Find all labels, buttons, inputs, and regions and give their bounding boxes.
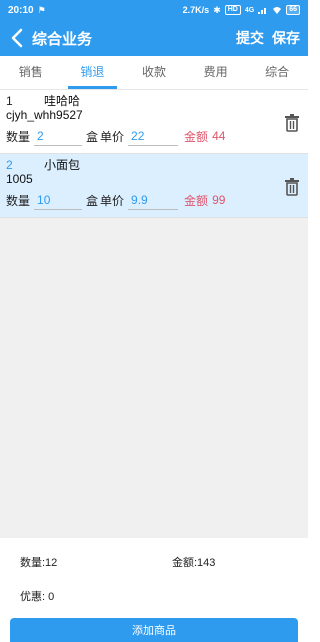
price-input[interactable]: 22 — [128, 127, 179, 146]
tab-expense[interactable]: 费用 — [185, 56, 247, 89]
item-index: 2 — [6, 158, 13, 172]
tab-comprehensive[interactable]: 综合 — [246, 56, 308, 89]
bluetooth-icon: ✱ — [213, 4, 221, 15]
discount-value: 优惠: 0 — [20, 591, 55, 603]
notification-icon: ⚑ — [37, 4, 46, 15]
app-bar: 综合业务 提交 保存 — [0, 20, 308, 56]
total-quantity: 数量:12 — [20, 557, 58, 569]
quantity-input[interactable]: 2 — [34, 127, 83, 146]
price-label: 单价 — [100, 129, 125, 144]
item-index: 1 — [6, 94, 13, 108]
wifi-icon — [273, 7, 282, 14]
summary-footer: 数量:12 金额:143 优惠: 0 添加商品 — [0, 538, 308, 642]
tab-collection[interactable]: 收款 — [123, 56, 185, 89]
list-item[interactable]: 1 哇哈哈 cjyh_whh9527 数量 2 盒 单价 22 金额 44 — [0, 90, 308, 154]
amount-label: 金额 — [184, 193, 209, 208]
net-speed: 2.7K/s — [182, 5, 210, 15]
back-button[interactable] — [6, 20, 28, 56]
add-product-button[interactable]: 添加商品 — [10, 618, 298, 642]
item-name: 哇哈哈 — [44, 94, 81, 108]
amount-value: 99 — [212, 193, 226, 207]
signal-text: 4G — [244, 6, 255, 14]
summary-row: 数量:12 金额:143 — [20, 554, 215, 570]
amount-label: 金额 — [184, 129, 209, 144]
chevron-left-icon — [11, 28, 23, 48]
item-code: cjyh_whh9527 — [6, 108, 83, 122]
signal-icon — [258, 8, 267, 14]
item-name: 小面包 — [44, 158, 81, 172]
trash-icon[interactable] — [284, 178, 300, 196]
price-label: 单价 — [100, 193, 125, 208]
status-time: 20:10 — [8, 4, 34, 16]
tab-sales-return[interactable]: 销退 — [62, 56, 124, 89]
price-input[interactable]: 9.9 — [128, 191, 179, 210]
amount-value: 44 — [212, 129, 226, 143]
battery-icon: 66 — [286, 5, 300, 15]
tab-sales[interactable]: 销售 — [0, 56, 62, 89]
item-code: 1005 — [6, 172, 33, 186]
status-right: 2.7K/s ✱ HD 4G 66 — [183, 5, 300, 16]
submit-button[interactable]: 提交 — [236, 28, 264, 48]
page-title: 综合业务 — [32, 30, 93, 48]
total-amount: 金额:143 — [172, 557, 216, 569]
hd-badge: HD — [224, 5, 241, 15]
quantity-label: 数量 — [6, 193, 31, 208]
product-list: 1 哇哈哈 cjyh_whh9527 数量 2 盒 单价 22 金额 44 2 … — [0, 90, 308, 538]
tab-bar: 销售 销退 收款 费用 综合 — [0, 56, 308, 90]
unit-label: 盒 — [86, 193, 99, 208]
save-button[interactable]: 保存 — [272, 28, 300, 48]
quantity-label: 数量 — [6, 129, 31, 144]
list-item[interactable]: 2 小面包 1005 数量 10 盒 单价 9.9 金额 99 — [0, 154, 308, 218]
quantity-input[interactable]: 10 — [34, 191, 83, 210]
status-bar: 20:10 ⚑ 2.7K/s ✱ HD 4G 66 — [0, 0, 308, 20]
unit-label: 盒 — [86, 129, 99, 144]
header-actions: 提交 保存 — [236, 28, 300, 48]
trash-icon[interactable] — [284, 114, 300, 132]
